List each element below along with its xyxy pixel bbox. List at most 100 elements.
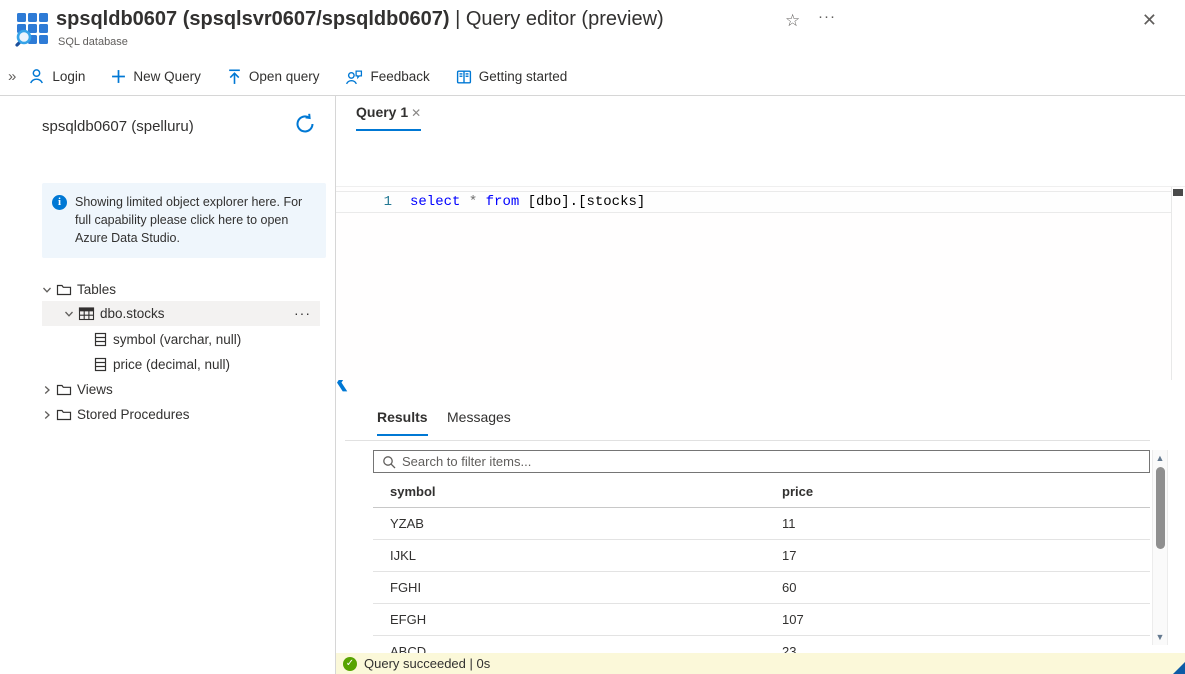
column-icon [93,357,108,372]
header-symbol[interactable]: symbol [373,484,782,499]
cell-price: 60 [782,580,1150,595]
tree-node-tables[interactable]: Tables [42,277,116,302]
tab-results[interactable]: Results [377,409,428,436]
tree-node-dbo-stocks[interactable]: dbo.stocks [42,301,320,326]
tab-messages[interactable]: Messages [447,409,511,434]
sql-operator-star: * [469,194,477,210]
sql-keyword-select: select [410,194,460,210]
blade-name: | Query editor (preview) [450,8,664,30]
command-bar: » Login New Query Open query Feedback [0,58,1185,96]
cell-symbol: EFGH [373,612,782,627]
cell-symbol: ABCD [373,644,782,653]
table-row[interactable]: EFGH 107 [373,604,1150,636]
open-query-button[interactable]: Open query [227,69,320,85]
query-status-text: Query succeeded | 0s [364,656,490,671]
resource-type-label: SQL database [58,36,128,48]
folder-icon [56,407,72,422]
table-more-options-icon[interactable]: ··· [294,301,311,326]
getting-started-label: Getting started [479,69,568,84]
tree-node-stored-procedures[interactable]: Stored Procedures [42,402,190,427]
info-icon: i [52,195,67,210]
close-tab-icon[interactable]: ✕ [411,106,421,120]
favorite-star-icon[interactable]: ☆ [785,11,800,31]
results-table-header[interactable]: symbol price [373,476,1150,508]
cell-price: 23 [782,644,1150,653]
new-query-label: New Query [133,69,201,84]
sql-database-icon [14,11,50,47]
feedback-button[interactable]: Feedback [345,69,429,85]
database-name-label: spsqldb0607 (spelluru) [42,118,194,135]
new-query-button[interactable]: New Query [111,69,201,84]
cell-price: 11 [782,516,1150,531]
resize-grip[interactable] [1173,662,1185,674]
folder-icon [56,382,72,397]
sql-code-editor[interactable]: 1 select * from [dbo].[stocks] [336,186,1185,380]
tab-query-1[interactable]: Query 1✕ [356,104,421,131]
results-tab-bar: Results Messages [345,404,1150,441]
refresh-icon[interactable] [293,112,317,136]
chevron-right-icon[interactable] [42,385,52,395]
login-button[interactable]: Login [28,68,85,85]
line-number: 1 [336,194,392,210]
object-explorer-sidebar: spsqldb0607 (spelluru) i Showing limited… [0,96,336,674]
chevron-right-icon[interactable] [42,410,52,420]
feedback-label: Feedback [370,69,429,84]
infobox-message: Showing limited object explorer here. Fo… [75,194,314,247]
query-tab-label: Query 1 [356,104,408,120]
table-row[interactable]: IJKL 17 [373,540,1150,572]
search-input[interactable] [402,454,1141,469]
editor-scrollbar-thumb[interactable] [1173,189,1183,196]
query-editor-app: spsqldb0607 (spsqlsvr0607/spsqldb0607) |… [0,0,1185,674]
plus-icon [111,69,126,84]
table-row[interactable]: YZAB 11 [373,508,1150,540]
tree-node-column-price[interactable]: price (decimal, null) [93,352,230,377]
query-status-bar: ✓ Query succeeded | 0s [336,653,1185,674]
resource-name: spsqldb0607 (spsqlsvr0607/spsqldb0607) [56,8,450,30]
tree-node-column-symbol[interactable]: symbol (varchar, null) [93,327,241,352]
cell-price: 107 [782,612,1150,627]
header-price[interactable]: price [782,484,1150,499]
cell-symbol: YZAB [373,516,782,531]
cell-price: 17 [782,548,1150,563]
tree-node-views[interactable]: Views [42,377,113,402]
table-row[interactable]: ABCD 23 [373,636,1150,653]
column-symbol-label: symbol (varchar, null) [113,332,241,347]
query-tab-bar: Query 1✕ [336,96,1185,134]
limited-explorer-infobox[interactable]: i Showing limited object explorer here. … [42,183,326,258]
open-query-label: Open query [249,69,320,84]
chevron-down-icon[interactable] [42,285,52,295]
chevron-down-icon[interactable] [64,309,74,319]
getting-started-button[interactable]: Getting started [456,69,568,85]
sql-keyword-from: from [486,194,520,210]
sql-statement: select * from [dbo].[stocks] [410,194,645,210]
results-scrollbar[interactable]: ▲ ▼ [1152,450,1168,645]
tables-label: Tables [77,282,116,297]
table-name-label: dbo.stocks [100,306,165,321]
results-table: symbol price YZAB 11 IJKL 17 FGHI 60 EFG… [373,476,1150,653]
more-options-icon[interactable]: ··· [818,8,836,25]
close-icon[interactable]: ✕ [1142,10,1157,31]
results-filter-box[interactable] [373,450,1150,473]
column-icon [93,332,108,347]
feedback-icon [345,69,363,85]
query-editor-panel: ❮ Query 1✕ Run Can [336,96,1185,674]
book-icon [456,69,472,85]
upload-icon [227,69,242,85]
page-header: spsqldb0607 (spsqlsvr0607/spsqldb0607) |… [0,0,1185,58]
results-scrollbar-thumb[interactable] [1156,467,1165,549]
column-price-label: price (decimal, null) [113,357,230,372]
cell-symbol: FGHI [373,580,782,595]
code-line-1[interactable]: 1 select * from [dbo].[stocks] [336,191,1171,213]
views-label: Views [77,382,113,397]
table-icon [78,306,95,321]
page-title: spsqldb0607 (spsqlsvr0607/spsqldb0607) |… [56,8,664,31]
person-icon [28,68,45,85]
sql-table-reference: [dbo].[stocks] [528,194,646,210]
search-icon [382,455,396,469]
cell-symbol: IJKL [373,548,782,563]
scroll-down-icon[interactable]: ▼ [1153,632,1167,642]
scroll-up-icon[interactable]: ▲ [1153,453,1167,463]
editor-scrollbar[interactable] [1171,187,1185,380]
table-row[interactable]: FGHI 60 [373,572,1150,604]
expand-portal-menu-icon[interactable]: » [0,68,28,85]
